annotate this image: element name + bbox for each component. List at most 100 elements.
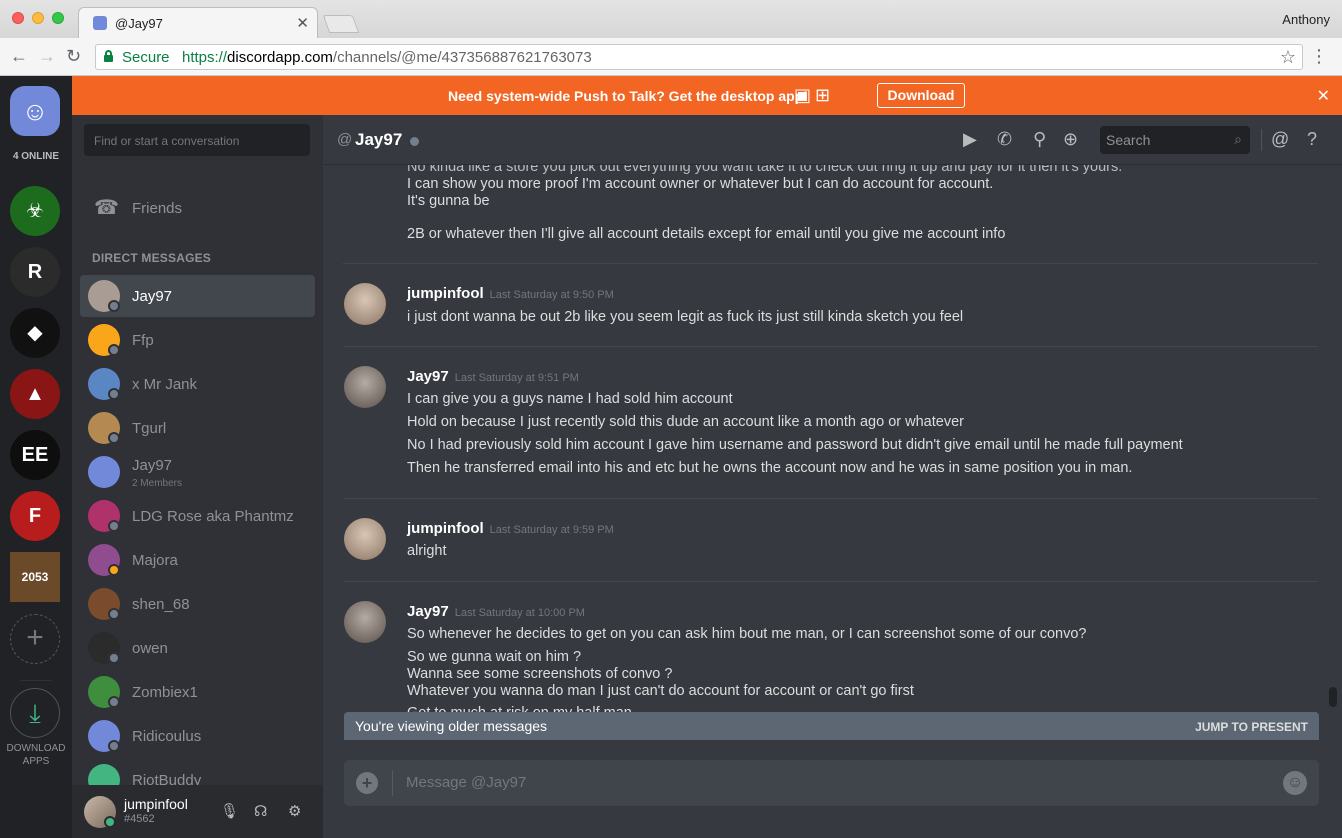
search-placeholder: Search [1106, 132, 1151, 148]
message-line: So whenever he decides to get on you can… [407, 626, 1087, 642]
dm-item[interactable]: Majora [80, 539, 315, 581]
tab-close-icon[interactable]: ✕ [296, 14, 309, 32]
message-composer: + Message @Jay97 ☺ [344, 760, 1319, 806]
server-icon-ee[interactable]: EE [10, 430, 60, 480]
sidebar-item-friends[interactable]: ☎ Friends [80, 193, 315, 223]
add-server-button[interactable]: + [10, 614, 60, 664]
download-apps-label-1: DOWNLOAD [6, 743, 66, 754]
voice-call-icon[interactable]: ✆ [997, 129, 1012, 150]
message-divider [343, 498, 1318, 499]
dm-item[interactable]: owen [80, 627, 315, 669]
dm-item[interactable]: Jay97 2 Members [80, 451, 315, 493]
message-line: Then he transferred email into his and e… [407, 460, 1133, 476]
message-line: Whatever you wanna do man I just can't d… [407, 683, 914, 699]
chat-area: @ Jay97 ▶ ✆ ⚲ ⊕ Search ⌕ @ ? No kinda li… [323, 115, 1342, 838]
server-icon-red-cloak[interactable]: ▲ [10, 369, 60, 419]
browser-profile-name[interactable]: Anthony [1282, 12, 1330, 27]
back-arrow-icon[interactable]: ← [10, 46, 28, 67]
message-line: Wanna see some screenshots of convo ? [407, 666, 673, 682]
dm-status-indicator [108, 432, 120, 444]
message-avatar[interactable] [344, 518, 386, 560]
find-conversation-input[interactable]: Find or start a conversation [84, 124, 310, 156]
reload-icon[interactable]: ↻ [66, 46, 81, 67]
dm-item[interactable]: Jay97 [80, 275, 315, 317]
platform-icons: ▣⊞ [794, 85, 834, 106]
dm-status-indicator [108, 344, 120, 356]
new-tab-button[interactable] [322, 15, 360, 33]
older-messages-text: You're viewing older messages [355, 718, 548, 734]
message-input[interactable]: Message @Jay97 [406, 774, 526, 791]
jump-to-present-button[interactable]: JUMP TO PRESENT [1195, 720, 1308, 734]
dm-name: Majora [132, 552, 178, 569]
dm-name: Ffp [132, 332, 154, 349]
window-maximize-button[interactable] [52, 12, 64, 24]
emoji-picker-icon[interactable]: ☺ [1283, 771, 1307, 795]
lock-icon [104, 50, 113, 62]
server-icon-f[interactable]: F [10, 491, 60, 541]
message-timestamp: Last Saturday at 9:59 PM [489, 524, 614, 536]
server-icon-wolf[interactable]: ◆ [10, 308, 60, 358]
server-icon-biohazard[interactable]: ☣ [10, 186, 60, 236]
dm-item[interactable]: Zombiex1 [80, 671, 315, 713]
message-author[interactable]: Jay97 Last Saturday at 10:00 PM [407, 603, 585, 620]
author-name: jumpinfool [407, 520, 484, 537]
dm-item[interactable]: Ffp [80, 319, 315, 361]
url-text: https://discordapp.com/channels/@me/4373… [182, 49, 592, 66]
discord-favicon-icon [93, 16, 107, 30]
browser-address-bar: ← → ↻ Secure https://discordapp.com/chan… [0, 38, 1342, 76]
message-scrollbar[interactable] [1329, 687, 1337, 707]
download-apps-icon[interactable]: ⤓ [10, 688, 60, 738]
dm-item[interactable]: x Mr Jank [80, 363, 315, 405]
dm-member-count: 2 Members [132, 478, 183, 489]
message-list: No kinda like a store you pick out every… [323, 165, 1342, 713]
help-icon[interactable]: ? [1307, 129, 1317, 150]
message-avatar[interactable] [344, 366, 386, 408]
message-line: 2B or whatever then I'll give all accoun… [407, 226, 1006, 242]
mentions-icon[interactable]: @ [1271, 129, 1289, 150]
notice-close-icon[interactable]: ✕ [1317, 86, 1330, 106]
url-scheme: https:// [182, 49, 228, 66]
deafen-headphones-icon[interactable]: ☊ [254, 802, 267, 820]
url-field[interactable]: Secure https://discordapp.com/channels/@… [95, 44, 1303, 70]
upload-plus-icon[interactable]: + [356, 772, 378, 794]
url-path: /channels/@me/437356887621763073 [332, 49, 592, 66]
forward-arrow-icon[interactable]: → [38, 46, 56, 67]
dm-name: LDG Rose aka Phantmz [132, 508, 294, 525]
download-button[interactable]: Download [877, 83, 965, 108]
partial-message-line: No kinda like a store you pick out every… [407, 165, 1123, 175]
home-friends-icon[interactable]: ☺ [10, 86, 60, 136]
dm-item[interactable]: shen_68 [80, 583, 315, 625]
user-settings-gear-icon[interactable]: ⚙ [288, 802, 301, 820]
message-avatar[interactable] [344, 283, 386, 325]
download-apps-label-2: APPS [22, 756, 50, 767]
dm-item[interactable]: LDG Rose aka Phantmz [80, 495, 315, 537]
message-author[interactable]: Jay97 Last Saturday at 9:51 PM [407, 368, 579, 385]
dm-name: Ridicoulus [132, 728, 202, 745]
mute-microphone-icon[interactable]: 🎙 [220, 802, 239, 820]
author-name: jumpinfool [407, 285, 484, 302]
search-input[interactable]: Search ⌕ [1100, 126, 1250, 154]
header-separator [1261, 129, 1262, 151]
app-root: @Jay97 ✕ Anthony ← → ↻ Secure https://di… [0, 0, 1342, 838]
server-icon-2053[interactable]: 2053 [10, 552, 60, 602]
message-divider [343, 346, 1318, 347]
author-name: Jay97 [407, 603, 449, 620]
window-minimize-button[interactable] [32, 12, 44, 24]
video-call-icon[interactable]: ▶ [963, 129, 977, 150]
message-divider [343, 263, 1318, 264]
pinned-messages-icon[interactable]: ⚲ [1033, 129, 1046, 150]
dm-item[interactable]: Tgurl [80, 407, 315, 449]
dm-name: shen_68 [132, 596, 190, 613]
message-author[interactable]: jumpinfool Last Saturday at 9:59 PM [407, 520, 614, 537]
add-friend-to-dm-icon[interactable]: ⊕ [1063, 129, 1078, 150]
message-author[interactable]: jumpinfool Last Saturday at 9:50 PM [407, 285, 614, 302]
browser-tab[interactable]: @Jay97 ✕ [78, 7, 318, 38]
at-icon: @ [337, 131, 353, 148]
server-icon-runescape[interactable]: R [10, 247, 60, 297]
dm-name: Zombiex1 [132, 684, 198, 701]
bookmark-star-icon[interactable]: ☆ [1280, 47, 1296, 68]
browser-menu-icon[interactable]: ⋮ [1310, 46, 1328, 67]
window-close-button[interactable] [12, 12, 24, 24]
message-avatar[interactable] [344, 601, 386, 643]
dm-item[interactable]: Ridicoulus [80, 715, 315, 757]
